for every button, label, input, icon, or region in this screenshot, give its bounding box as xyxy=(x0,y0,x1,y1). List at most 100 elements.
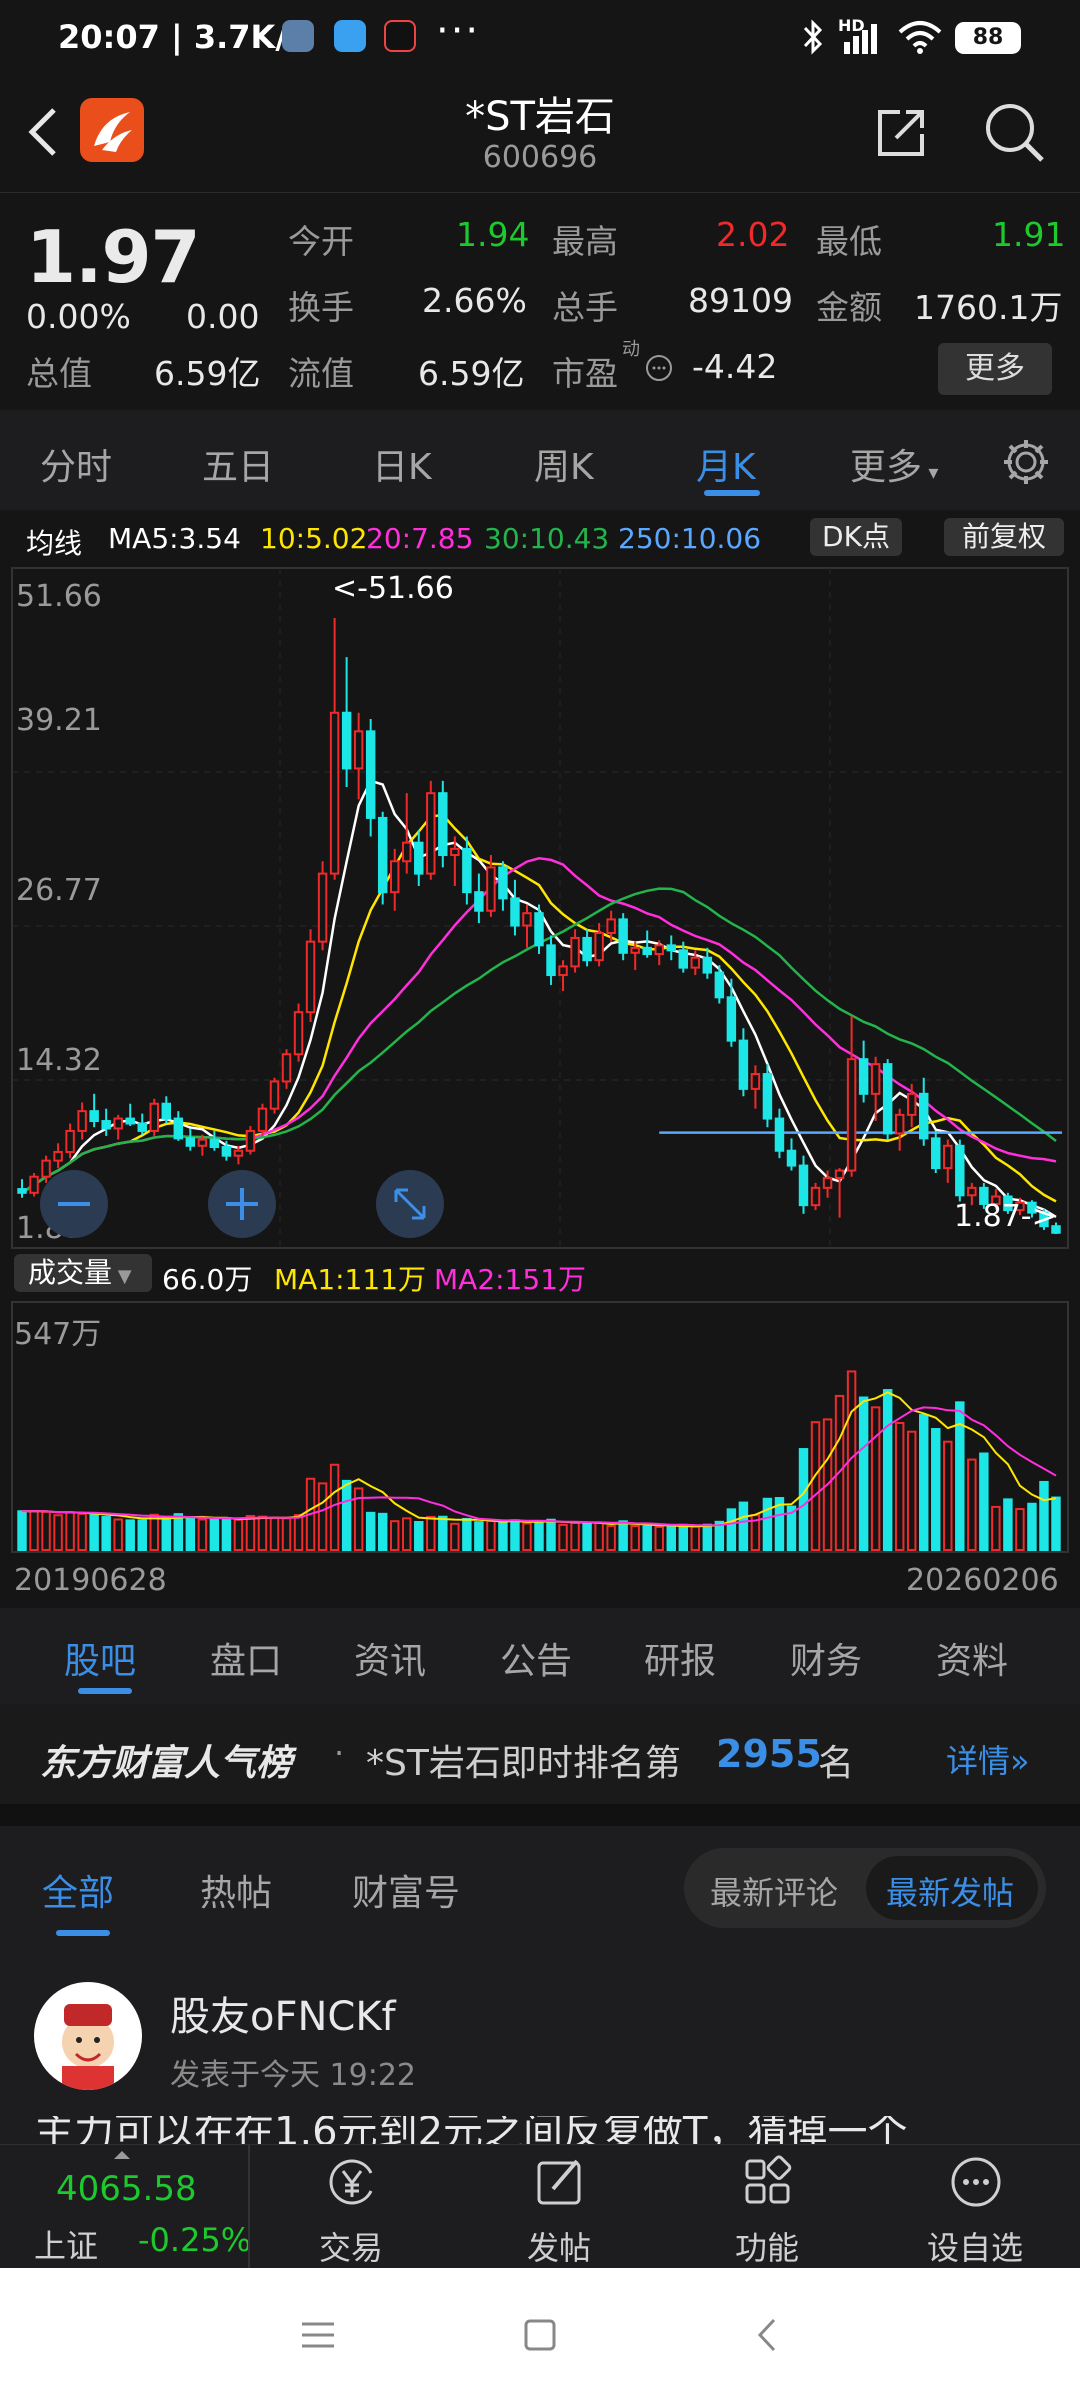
y-tick-label: 51.66 xyxy=(16,579,102,614)
volume-bar xyxy=(870,1406,881,1552)
ma5-line xyxy=(21,779,1057,1218)
volume-bar xyxy=(967,1458,977,1552)
dk-point-button[interactable]: DK点 xyxy=(810,518,902,556)
volume-bar xyxy=(89,1513,99,1551)
tab-five-day[interactable]: 五日 xyxy=(202,438,274,490)
volume-bar xyxy=(389,1520,400,1552)
candle xyxy=(762,1064,773,1128)
tab-all[interactable]: 全部 xyxy=(42,1864,114,1916)
features-button[interactable]: 功能 xyxy=(702,2145,832,2269)
total-cap-label: 总值 xyxy=(26,354,92,393)
tab-orderbook[interactable]: 盘口 xyxy=(210,1632,282,1684)
volume-bar xyxy=(65,1511,75,1551)
popularity-rank-bar[interactable]: 东方财富人气榜 · *ST岩石即时排名第 2955 名 详情» xyxy=(0,1704,1080,1804)
volume-bar xyxy=(991,1505,1001,1551)
expand-up-icon[interactable] xyxy=(112,2149,132,2161)
tab-announcements[interactable]: 公告 xyxy=(500,1632,572,1684)
candle xyxy=(931,1130,941,1174)
volume-bar xyxy=(269,1516,280,1552)
volume-axis-max: 547万 xyxy=(14,1317,101,1352)
tab-weekly-k[interactable]: 周K xyxy=(534,438,594,490)
volume-bar xyxy=(161,1517,172,1551)
tab-hot[interactable]: 热帖 xyxy=(200,1864,272,1916)
high-value: 2.02 xyxy=(716,215,790,254)
date-start-label: 20190628 xyxy=(14,1563,167,1598)
stock-header: *ST岩石 600696 xyxy=(0,76,1080,192)
tab-intraday[interactable]: 分时 xyxy=(40,438,112,490)
tab-more[interactable]: 更多 ▾ xyxy=(850,438,938,490)
volume-chart[interactable]: 547万 20190628 20260206 xyxy=(0,1296,1080,1608)
indicator-select[interactable]: 成交量 ▼ xyxy=(14,1254,152,1292)
candle xyxy=(750,1065,761,1109)
volume-bar xyxy=(810,1421,821,1551)
add-watchlist-button[interactable]: 设自选 xyxy=(910,2145,1040,2269)
kline-chart[interactable]: 51.66 39.21 26.77 14.32 1.87 <-51.66 1.8… xyxy=(0,562,1080,1250)
candle xyxy=(149,1098,159,1136)
more-quote-button[interactable]: 更多 xyxy=(938,343,1052,395)
dropdown-triangle-icon: ▾ xyxy=(922,460,939,484)
candle xyxy=(546,935,556,985)
candle xyxy=(414,830,424,886)
menu-icon[interactable] xyxy=(298,2318,338,2352)
battery-indicator: 88 xyxy=(955,22,1021,54)
volume-bar xyxy=(41,1510,51,1552)
tab-monthly-k[interactable]: 月K xyxy=(696,438,756,490)
candle xyxy=(666,935,676,961)
volume-bar xyxy=(1039,1480,1049,1551)
avatar[interactable] xyxy=(34,1982,142,2090)
volume-bar xyxy=(317,1482,328,1551)
volume-bar xyxy=(137,1519,147,1551)
post-card[interactable]: 股友oFNCKf 发表于今天 19:22 主力可以在在1.6元到2元之间反复做T… xyxy=(0,1946,1080,2146)
tab-daily-k[interactable]: 日K xyxy=(372,438,432,490)
double-chevron-icon: » xyxy=(1010,1742,1030,1780)
volume-bar xyxy=(197,1518,208,1551)
volume-bar xyxy=(510,1519,520,1552)
post-author[interactable]: 股友oFNCKf xyxy=(170,1984,396,2042)
high-label: 最高 xyxy=(552,222,618,261)
rank-number: 2955 xyxy=(716,1732,822,1776)
y-tick-label: 39.21 xyxy=(16,703,102,738)
tab-research[interactable]: 研报 xyxy=(644,1632,716,1684)
sort-latest-post[interactable]: 最新发帖 xyxy=(886,1868,1014,1914)
candle xyxy=(257,1103,268,1136)
back-triangle-icon[interactable] xyxy=(752,2316,782,2354)
volume-bar xyxy=(402,1517,412,1552)
info-icon[interactable] xyxy=(644,353,674,383)
gear-icon[interactable] xyxy=(1000,436,1052,488)
sort-latest-comment[interactable]: 最新评论 xyxy=(710,1868,838,1914)
search-icon[interactable] xyxy=(980,98,1050,168)
volume-bar xyxy=(329,1463,340,1551)
candle xyxy=(53,1143,63,1169)
tab-fortune-account[interactable]: 财富号 xyxy=(352,1864,460,1916)
candle xyxy=(29,1173,39,1197)
candle xyxy=(353,712,364,800)
low-label: 最低 xyxy=(816,222,882,261)
share-icon[interactable] xyxy=(870,102,930,162)
index-value[interactable]: 4065.58 xyxy=(56,2169,197,2209)
tab-news[interactable]: 资讯 xyxy=(354,1632,426,1684)
rank-unit: 名 xyxy=(818,1743,855,1784)
tab-profile[interactable]: 资料 xyxy=(936,1632,1008,1684)
volume-bar xyxy=(281,1517,292,1551)
volume-bars xyxy=(17,1370,1061,1552)
home-square-icon[interactable] xyxy=(522,2316,558,2354)
candle xyxy=(161,1096,172,1124)
trade-button[interactable]: 交易 xyxy=(286,2145,416,2269)
volume-bar xyxy=(245,1514,256,1551)
moving-average-lines xyxy=(21,779,1062,1218)
candle xyxy=(65,1123,75,1159)
adjust-mode-button[interactable]: 前复权 xyxy=(944,518,1064,556)
volume-bar xyxy=(630,1524,640,1551)
post-button[interactable]: 发帖 xyxy=(494,2145,624,2269)
post-preview[interactable]: 主力可以在在1.6元到2元之间反复做T，猜掉一个 xyxy=(34,2116,1044,2146)
apps-grid-icon xyxy=(745,2155,792,2204)
volume-bar xyxy=(678,1523,689,1552)
candle xyxy=(377,811,388,905)
more-circle-icon xyxy=(951,2157,1001,2207)
candle xyxy=(329,618,340,880)
volume-bar xyxy=(666,1525,676,1551)
rank-detail-link[interactable]: 详情» xyxy=(946,1736,1030,1782)
tab-financials[interactable]: 财务 xyxy=(790,1632,862,1684)
tab-forum[interactable]: 股吧 xyxy=(64,1632,136,1684)
volume-legend: 成交量 ▼ 66.0万 MA1:111万 MA2:151万 xyxy=(0,1250,1080,1296)
